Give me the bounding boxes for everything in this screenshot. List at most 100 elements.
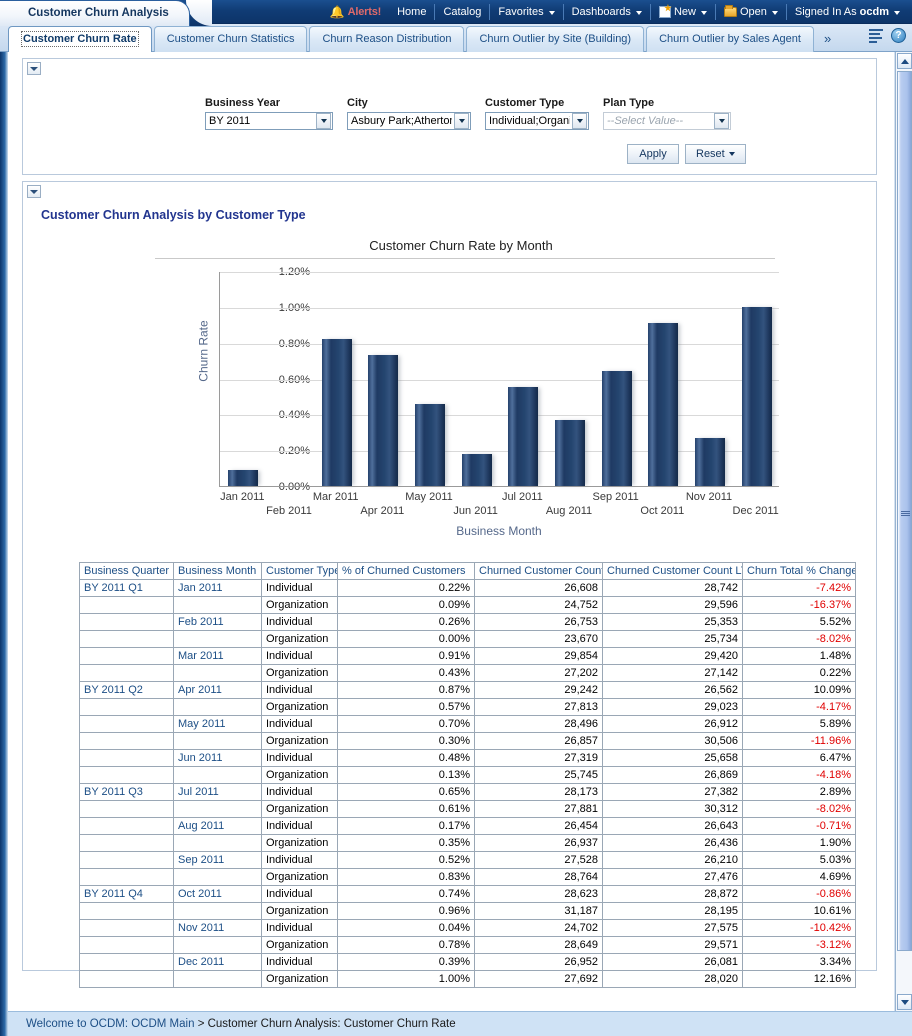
signed-in-as[interactable]: Signed In As ocdm bbox=[787, 3, 908, 21]
cell-churned-customer-count: 27,692 bbox=[475, 971, 603, 988]
tab-churn-outlier-by-sales-agent[interactable]: Churn Outlier by Sales Agent bbox=[646, 26, 814, 52]
nav-open[interactable]: Open bbox=[716, 3, 786, 21]
tab-label: Churn Outlier by Site (Building) bbox=[479, 33, 631, 45]
cell-business-quarter-empty bbox=[80, 869, 174, 886]
cell-churn-total-pct-change-ly: -16.37% bbox=[743, 597, 856, 614]
tab-customer-churn-rate[interactable]: Customer Churn Rate bbox=[8, 26, 152, 52]
cell-business-month[interactable]: Nov 2011 bbox=[174, 920, 262, 937]
business-year-select[interactable]: BY 2011 bbox=[205, 112, 333, 130]
left-rail bbox=[0, 52, 8, 1011]
cell-business-month[interactable]: Apr 2011 bbox=[174, 682, 262, 699]
cell-business-month[interactable]: Dec 2011 bbox=[174, 954, 262, 971]
cell-business-month[interactable]: Jan 2011 bbox=[174, 580, 262, 597]
more-tabs-button[interactable]: » bbox=[816, 26, 839, 52]
col-business-quarter[interactable]: Business Quarter bbox=[80, 563, 174, 580]
chart-bar[interactable] bbox=[322, 339, 352, 486]
cell-pct-churned-customers: 0.17% bbox=[338, 818, 475, 835]
col-churned-customer-count[interactable]: Churned Customer Count bbox=[475, 563, 603, 580]
nav-new[interactable]: New bbox=[651, 3, 715, 21]
scroll-down-button[interactable] bbox=[897, 994, 912, 1010]
alerts-button[interactable]: 🔔 Alerts! bbox=[322, 3, 389, 21]
help-icon[interactable]: ? bbox=[891, 28, 906, 43]
chart-bar[interactable] bbox=[508, 387, 538, 486]
col-pct-churned-customers[interactable]: % of Churned Customers bbox=[338, 563, 475, 580]
vertical-scrollbar[interactable] bbox=[895, 52, 912, 1011]
cell-business-month[interactable]: Mar 2011 bbox=[174, 648, 262, 665]
tab-churn-reason-distribution[interactable]: Churn Reason Distribution bbox=[309, 26, 464, 52]
chart-x-axis-title: Business Month bbox=[219, 524, 779, 538]
nav-favorites[interactable]: Favorites bbox=[490, 3, 562, 21]
chevron-down-icon[interactable] bbox=[714, 113, 729, 129]
table-row: Jun 2011Individual0.48%27,31925,6586.47% bbox=[80, 750, 856, 767]
reset-button[interactable]: Reset bbox=[685, 144, 746, 164]
cell-churned-customer-count-ly: 26,869 bbox=[603, 767, 743, 784]
cell-business-month[interactable]: Aug 2011 bbox=[174, 818, 262, 835]
cell-business-quarter-empty bbox=[80, 903, 174, 920]
tab-customer-churn-statistics[interactable]: Customer Churn Statistics bbox=[154, 26, 308, 52]
col-customer-type[interactable]: Customer Type bbox=[262, 563, 338, 580]
cell-business-month[interactable]: Sep 2011 bbox=[174, 852, 262, 869]
cell-business-quarter-empty bbox=[80, 954, 174, 971]
cell-business-quarter[interactable]: BY 2011 Q3 bbox=[80, 784, 174, 801]
chevron-down-icon[interactable] bbox=[316, 113, 331, 129]
cell-business-quarter[interactable]: BY 2011 Q1 bbox=[80, 580, 174, 597]
scroll-up-button[interactable] bbox=[897, 53, 912, 69]
tab-churn-outlier-by-site[interactable]: Churn Outlier by Site (Building) bbox=[466, 26, 644, 52]
cell-churned-customer-count-ly: 25,353 bbox=[603, 614, 743, 631]
customer-type-select[interactable]: Individual;Organiz bbox=[485, 112, 589, 130]
chart-x-tick-label: May 2011 bbox=[397, 491, 461, 503]
chart-bar[interactable] bbox=[742, 307, 772, 486]
cell-business-month[interactable]: Oct 2011 bbox=[174, 886, 262, 903]
cell-business-quarter-empty bbox=[80, 631, 174, 648]
chart-bar[interactable] bbox=[415, 404, 445, 486]
chart-bar[interactable] bbox=[228, 470, 258, 486]
nav-catalog[interactable]: Catalog bbox=[435, 3, 489, 21]
cell-pct-churned-customers: 0.83% bbox=[338, 869, 475, 886]
dashboard-content: Business Year BY 2011 City Asbury Park;A… bbox=[8, 52, 885, 1011]
cell-pct-churned-customers: 0.57% bbox=[338, 699, 475, 716]
col-churned-customer-count-ly[interactable]: Churned Customer Count LY bbox=[603, 563, 743, 580]
table-row: Organization0.43%27,20227,1420.22% bbox=[80, 665, 856, 682]
cell-customer-type: Individual bbox=[262, 886, 338, 903]
cell-pct-churned-customers: 0.30% bbox=[338, 733, 475, 750]
chart-bar[interactable] bbox=[602, 371, 632, 486]
cell-churned-customer-count: 28,173 bbox=[475, 784, 603, 801]
cell-business-quarter-empty bbox=[80, 801, 174, 818]
chart-bar[interactable] bbox=[648, 323, 678, 486]
chart-bar[interactable] bbox=[555, 420, 585, 486]
cell-business-month[interactable]: Jun 2011 bbox=[174, 750, 262, 767]
cell-churned-customer-count-ly: 27,142 bbox=[603, 665, 743, 682]
plan-type-select[interactable]: --Select Value-- bbox=[603, 112, 731, 130]
nav-dashboards[interactable]: Dashboards bbox=[564, 3, 650, 21]
cell-churned-customer-count-ly: 26,912 bbox=[603, 716, 743, 733]
prompt-section: Business Year BY 2011 City Asbury Park;A… bbox=[22, 58, 877, 175]
chart-bar[interactable] bbox=[368, 355, 398, 486]
chevron-down-icon[interactable] bbox=[454, 113, 469, 129]
cell-churned-customer-count: 29,242 bbox=[475, 682, 603, 699]
chart-bar[interactable] bbox=[462, 454, 492, 486]
city-select[interactable]: Asbury Park;Atherton bbox=[347, 112, 471, 130]
breadcrumb-home-link[interactable]: Welcome to OCDM: OCDM Main bbox=[26, 1018, 194, 1030]
chevron-down-icon bbox=[772, 11, 778, 15]
chevron-down-icon[interactable] bbox=[572, 113, 587, 129]
cell-business-month[interactable]: Feb 2011 bbox=[174, 614, 262, 631]
cell-business-month[interactable]: Jul 2011 bbox=[174, 784, 262, 801]
chart-bar[interactable] bbox=[695, 438, 725, 486]
cell-business-quarter[interactable]: BY 2011 Q4 bbox=[80, 886, 174, 903]
tab-label: Customer Churn Statistics bbox=[167, 33, 295, 45]
page-options-icon[interactable] bbox=[869, 29, 883, 42]
prompt-section-collapse-icon[interactable] bbox=[27, 62, 41, 75]
col-churn-total-pct-change-ly[interactable]: Churn Total % Change LY bbox=[743, 563, 856, 580]
col-business-month[interactable]: Business Month bbox=[174, 563, 262, 580]
nav-home[interactable]: Home bbox=[389, 3, 434, 21]
cell-customer-type: Individual bbox=[262, 750, 338, 767]
apply-button[interactable]: Apply bbox=[627, 144, 679, 164]
cell-customer-type: Organization bbox=[262, 665, 338, 682]
cell-business-month[interactable]: May 2011 bbox=[174, 716, 262, 733]
cell-business-quarter[interactable]: BY 2011 Q2 bbox=[80, 682, 174, 699]
cell-business-month-empty bbox=[174, 971, 262, 988]
cell-business-month-empty bbox=[174, 597, 262, 614]
dashboard-title-tab[interactable]: Customer Churn Analysis bbox=[0, 0, 190, 26]
report-section-collapse-icon[interactable] bbox=[27, 185, 41, 198]
scrollbar-thumb[interactable] bbox=[897, 71, 912, 951]
